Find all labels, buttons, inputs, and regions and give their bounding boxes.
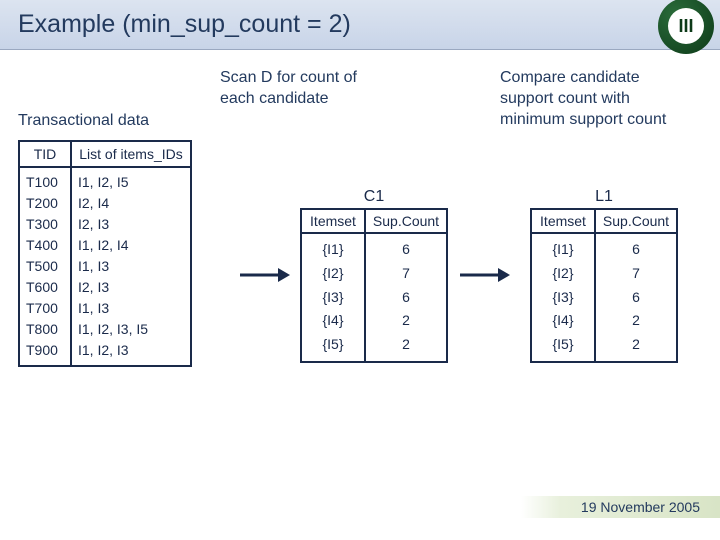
step2-label: Compare candidate support count with min… xyxy=(500,68,670,130)
c1-table: Itemset Sup.Count {I1}{I2}{I3}{I4}{I5} 6… xyxy=(300,208,448,363)
c1-table-wrap: C1 Itemset Sup.Count {I1}{I2}{I3}{I4}{I5… xyxy=(300,188,448,363)
transactional-data-table: TID List of items_IDs T100T200T300T400T5… xyxy=(18,140,192,367)
logo-icon: III xyxy=(658,0,714,54)
l1-itemset-col: {I1}{I2}{I3}{I4}{I5} xyxy=(532,234,594,361)
slide-title: Example (min_sup_count = 2) xyxy=(18,10,351,38)
trans-header-items: List of items_IDs xyxy=(70,142,190,166)
trans-tid-col: T100T200T300T400T500T600T700T800T900 xyxy=(20,168,70,365)
l1-caption: L1 xyxy=(530,188,678,206)
c1-header-itemset: Itemset xyxy=(302,210,364,232)
l1-header-itemset: Itemset xyxy=(532,210,594,232)
footer-date: 19 November 2005 xyxy=(521,496,720,518)
l1-table-wrap: L1 Itemset Sup.Count {I1}{I2}{I3}{I4}{I5… xyxy=(530,188,678,363)
c1-header-count: Sup.Count xyxy=(364,210,446,232)
l1-table: Itemset Sup.Count {I1}{I2}{I3}{I4}{I5} 6… xyxy=(530,208,678,363)
slide-title-bar: Example (min_sup_count = 2) III xyxy=(0,0,720,50)
arrow-icon xyxy=(460,265,510,285)
transactional-data-label: Transactional data xyxy=(18,112,149,130)
step1-label: Scan D for count of each candidate xyxy=(220,68,360,110)
arrow-icon xyxy=(240,265,290,285)
trans-header-tid: TID xyxy=(20,142,70,166)
slide-content: Transactional data Scan D for count of e… xyxy=(0,50,720,70)
c1-count-col: 67622 xyxy=(364,234,446,361)
l1-count-col: 67622 xyxy=(594,234,676,361)
c1-caption: C1 xyxy=(300,188,448,206)
trans-items-col: I1, I2, I5I2, I4I2, I3I1, I2, I4I1, I3I2… xyxy=(70,168,190,365)
c1-itemset-col: {I1}{I2}{I3}{I4}{I5} xyxy=(302,234,364,361)
l1-header-count: Sup.Count xyxy=(594,210,676,232)
